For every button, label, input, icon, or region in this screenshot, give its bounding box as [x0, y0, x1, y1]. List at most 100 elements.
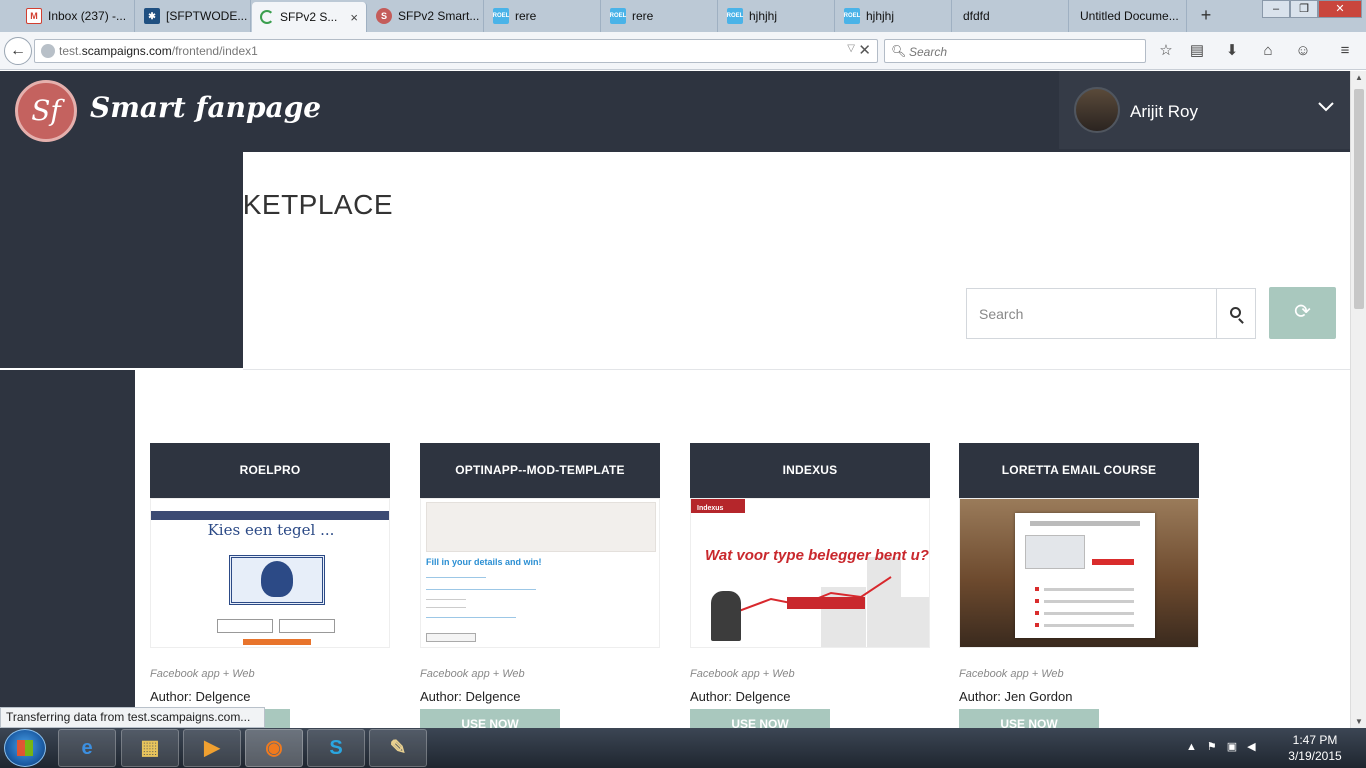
maximize-button[interactable]: ❐ [1290, 0, 1318, 18]
show-hidden-icon[interactable]: ▲ [1186, 741, 1207, 753]
refresh-icon: ⟳ [1294, 301, 1311, 323]
card-title[interactable]: ROELPRO [150, 443, 390, 498]
sidebar [0, 152, 243, 369]
marketplace-search-input[interactable] [966, 288, 1217, 339]
tab-sfpv2-active[interactable]: SFPv2 S... × [252, 2, 367, 32]
back-button[interactable]: ← [4, 37, 32, 65]
card-title[interactable]: LORETTA EMAIL COURSE [959, 443, 1199, 498]
tab-rere-2[interactable]: ROEL rere [602, 0, 718, 32]
firefox-icon[interactable]: ◉ [245, 729, 303, 767]
app-icon: S [376, 8, 392, 24]
sidebar-lower [0, 370, 135, 728]
network-icon[interactable]: ▣ [1227, 741, 1247, 753]
page-title: MARKETPLACE [243, 189, 393, 220]
card-thumbnail[interactable]: Indexus Wat voor type belegger bent u? [690, 498, 930, 648]
tab-title: dfdfd [963, 9, 990, 23]
explorer-icon[interactable]: ▦ [121, 729, 179, 767]
flag-icon[interactable]: ⚑ [1207, 741, 1227, 753]
home-icon[interactable]: ⌂ [1259, 42, 1277, 60]
thumb-logo: Indexus [691, 499, 745, 513]
ie-icon[interactable]: e [58, 729, 116, 767]
bookmark-star-icon[interactable]: ☆ [1157, 42, 1175, 60]
history-dropdown-icon[interactable]: ▽ [847, 43, 855, 54]
stop-icon[interactable]: ✕ [858, 41, 871, 59]
logo-icon[interactable]: Sf [15, 80, 77, 142]
chevron-down-icon[interactable] [1318, 99, 1334, 117]
globe-icon [41, 44, 55, 58]
tab-title: SFPv2 Smart... [398, 9, 480, 23]
loading-icon [260, 10, 274, 24]
scroll-up-icon[interactable]: ▲ [1351, 73, 1366, 82]
close-window-button[interactable]: ✕ [1318, 0, 1362, 18]
thumb-title: Fill in your details and win! [426, 557, 542, 567]
minimize-button[interactable]: – [1262, 0, 1290, 18]
browser-search-placeholder: Search [909, 45, 948, 59]
envelope-icon [1025, 535, 1085, 569]
tab-dfdfd[interactable]: dfdfd [953, 0, 1069, 32]
tab-hjhjhj-2[interactable]: ROEL hjhjhj [836, 0, 952, 32]
card-title[interactable]: OPTINAPP--MOD-TEMPLATE [420, 443, 660, 498]
url-bar[interactable]: test.scampaigns.com/frontend/index1 ▽ ✕ [34, 39, 878, 63]
card-author: Author: Delgence [690, 689, 791, 704]
tab-gmail[interactable]: M Inbox (237) -... [18, 0, 135, 32]
search-button[interactable] [1216, 288, 1256, 339]
avatar[interactable] [1074, 87, 1120, 133]
businessman-icon [711, 591, 741, 641]
clock[interactable]: 1:47 PM 3/19/2015 [1278, 732, 1352, 764]
start-button[interactable] [4, 729, 46, 767]
card-thumbnail[interactable]: Fill in your details and win! [420, 498, 660, 648]
card-type: Facebook app + Web [690, 668, 795, 680]
reading-list-icon[interactable]: ▤ [1188, 42, 1206, 60]
card-thumbnail[interactable] [959, 498, 1199, 648]
tab-title: SFPv2 S... [280, 10, 338, 24]
reset-button[interactable]: ⟳ [1269, 287, 1336, 339]
browser-search-bar[interactable]: 🔍︎ Search [884, 39, 1146, 63]
roel-icon: ROEL [844, 8, 860, 24]
tab-sfpv2-smart[interactable]: S SFPv2 Smart... [368, 0, 484, 32]
download-icon[interactable]: ⬇ [1223, 42, 1241, 60]
url-text[interactable]: test.scampaigns.com/frontend/index1 [59, 44, 258, 58]
scroll-down-icon[interactable]: ▼ [1351, 717, 1366, 726]
system-tray[interactable]: ▲⚑▣◀ [1186, 740, 1266, 753]
tab-rere-1[interactable]: ROEL rere [485, 0, 601, 32]
clock-date: 3/19/2015 [1288, 749, 1342, 763]
image-placeholder-icon [426, 502, 656, 552]
user-name[interactable]: Arijit Roy [1130, 102, 1198, 122]
menu-icon[interactable]: ≡ [1336, 42, 1354, 60]
tab-title: [SFPTWODE... [166, 9, 248, 23]
new-tab-button[interactable]: + [1196, 5, 1216, 25]
scroll-thumb[interactable] [1354, 89, 1364, 309]
user-menu[interactable]: Arijit Roy [1059, 71, 1350, 149]
search-icon: 🔍︎ [891, 44, 907, 58]
tab-close-icon[interactable]: × [350, 10, 358, 25]
template-card: LORETTA EMAIL COURSE Facebook app + Web … [959, 443, 1199, 728]
template-card: INDEXUS Indexus Wat voor type belegger b… [690, 443, 930, 728]
use-now-button[interactable]: USE NOW [959, 709, 1099, 728]
paint-icon[interactable]: ✎ [369, 729, 427, 767]
windows-taskbar: e ▦ ▶ ◉ S ✎ ▲⚑▣◀ 1:47 PM 3/19/2015 [0, 728, 1366, 768]
vertical-scrollbar[interactable]: ▲ ▼ [1350, 71, 1366, 728]
roel-icon: ROEL [727, 8, 743, 24]
template-card: ROELPRO Kies een tegel ... Facebook app … [150, 443, 390, 728]
skype-icon[interactable]: S [307, 729, 365, 767]
use-now-button[interactable]: USE NOW [420, 709, 560, 728]
card-title[interactable]: INDEXUS [690, 443, 930, 498]
tab-untitled-doc[interactable]: Untitled Docume... [1070, 0, 1187, 32]
app-header: Sf Smart fanpage Arijit Roy [0, 71, 1350, 152]
tab-jira[interactable]: ✱ [SFPTWODE... [136, 0, 251, 32]
card-thumbnail[interactable]: Kies een tegel ... [150, 498, 390, 648]
chat-icon[interactable]: ☺ [1294, 42, 1312, 60]
brand-name[interactable]: Smart fanpage [90, 91, 321, 124]
tab-hjhjhj-1[interactable]: ROEL hjhjhj [719, 0, 835, 32]
use-now-button[interactable]: USE NOW [690, 709, 830, 728]
browser-tab-bar: M Inbox (237) -... ✱ [SFPTWODE... SFPv2 … [0, 0, 1366, 32]
tab-title: Inbox (237) -... [48, 9, 127, 23]
jira-icon: ✱ [144, 8, 160, 24]
thumb-title: Wat voor type belegger bent u? [705, 547, 929, 564]
card-type: Facebook app + Web [150, 668, 255, 680]
media-icon[interactable]: ▶ [183, 729, 241, 767]
web-page: Sf Smart fanpage Arijit Roy MARKETPLACE … [0, 71, 1350, 728]
roel-icon: ROEL [493, 8, 509, 24]
volume-icon[interactable]: ◀ [1247, 741, 1265, 753]
thumb-title: Kies een tegel ... [207, 521, 335, 539]
